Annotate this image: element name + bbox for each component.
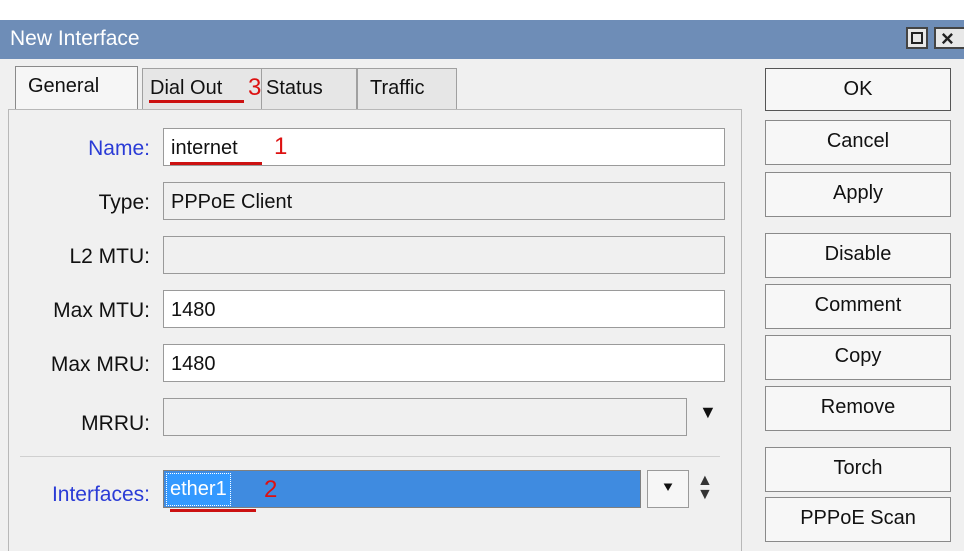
type-label: Type: [98,191,150,214]
ok-label: OK [843,78,873,100]
torch-button[interactable]: Torch [765,447,951,492]
apply-button[interactable]: Apply [765,172,951,217]
type-field: PPPoE Client [163,182,725,220]
dial-out-underline [149,100,244,103]
interfaces-value: ether1 [166,473,231,506]
cancel-label: Cancel [826,130,890,152]
tab-status-label: Status [266,77,323,99]
disable-label: Disable [824,243,892,265]
tab-traffic[interactable]: Traffic [357,68,457,110]
comment-button[interactable]: Comment [765,284,951,329]
close-icon[interactable]: × [934,26,964,51]
pppoe-scan-label: PPPoE Scan [800,507,916,529]
maximize-icon[interactable] [906,27,928,49]
torch-label: Torch [833,457,883,479]
annotation-2: 2 [264,476,278,503]
tab-status[interactable]: Status [262,68,357,110]
copy-label: Copy [834,345,882,367]
top-partial-strip [0,0,964,21]
comment-label: Comment [814,294,902,316]
disable-button[interactable]: Disable [765,233,951,278]
max-mru-label: Max MRU: [50,353,150,376]
picker-icon: ⯆ [661,480,675,497]
mrru-label: MRRU: [81,412,150,435]
max-mtu-input[interactable]: 1480 [163,290,725,328]
interfaces-select[interactable]: ether1 [163,470,641,508]
interfaces-label: Interfaces: [51,483,150,506]
name-underline [170,162,262,165]
tab-general[interactable]: General [15,66,138,110]
remove-label: Remove [820,396,896,418]
cancel-button[interactable]: Cancel [765,120,951,165]
type-value: PPPoE Client [171,191,293,213]
remove-button[interactable]: Remove [765,386,951,431]
max-mru-value: 1480 [171,353,216,375]
tab-dial-out[interactable]: Dial Out [142,68,262,110]
max-mtu-value: 1480 [171,299,216,321]
name-label: Name: [88,137,150,160]
window-title: New Interface [10,27,140,50]
name-value: internet [171,137,238,159]
separator [20,456,720,457]
max-mtu-label: Max MTU: [53,299,150,322]
max-mru-input[interactable]: 1480 [163,344,725,382]
l2mtu-label: L2 MTU: [69,245,150,268]
ok-button[interactable]: OK [765,68,951,111]
name-input[interactable]: internet [163,128,725,166]
pppoe-scan-button[interactable]: PPPoE Scan [765,497,951,542]
annotation-3: 3 [248,74,262,101]
tab-dial-out-label: Dial Out [150,77,223,99]
copy-button[interactable]: Copy [765,335,951,380]
apply-label: Apply [832,182,884,204]
tab-general-label: General [28,75,100,97]
tab-traffic-label: Traffic [370,77,425,99]
annotation-1: 1 [274,133,288,160]
interfaces-underline [170,509,256,512]
mrru-input[interactable] [163,398,687,436]
mrru-dropdown-icon[interactable]: ▼ [699,402,717,423]
l2mtu-field [163,236,725,274]
updown-icon[interactable]: ▲ ▼ [697,473,713,503]
window-titlebar[interactable]: New Interface × [0,20,964,59]
interfaces-picker-button[interactable]: ⯆ [647,470,689,508]
